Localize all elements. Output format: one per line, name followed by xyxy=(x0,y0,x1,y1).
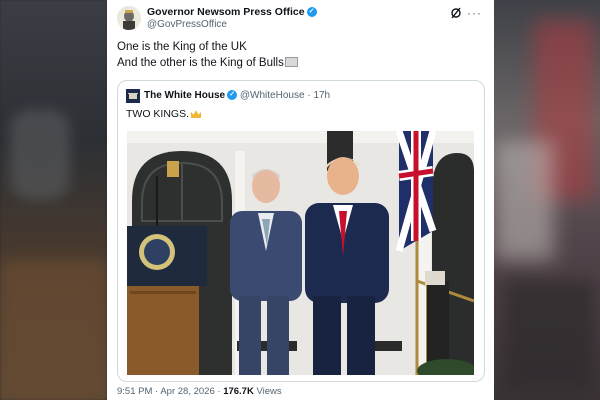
quoted-author-row: The White House ✓ @WhiteHouse · 17h xyxy=(144,90,330,101)
author-handle[interactable]: @GovPressOffice xyxy=(147,19,227,30)
author-avatar[interactable] xyxy=(117,6,141,30)
quoted-author-handle[interactable]: @WhiteHouse xyxy=(240,90,305,101)
quoted-separator: · xyxy=(307,90,311,101)
tweet-card: Governor Newsom Press Office ✓ @GovPressO… xyxy=(107,0,494,400)
photo-illustration xyxy=(127,131,474,375)
quoted-author-avatar[interactable] xyxy=(126,89,140,103)
author-name[interactable]: Governor Newsom Press Office ✓ xyxy=(147,6,317,18)
footer-separator: · xyxy=(155,386,159,397)
tweet-header: Governor Newsom Press Office ✓ @GovPressO… xyxy=(117,6,484,34)
tweet-time[interactable]: 9:51 PM xyxy=(117,386,152,397)
views-label: Views xyxy=(256,386,282,397)
verified-check-icon: ✓ xyxy=(227,90,238,101)
tweet-timestamp: 9:51 PM · Apr 28, 2026 · 176.7K Views xyxy=(117,386,282,397)
quoted-text-content: TWO KINGS. xyxy=(126,108,189,120)
tweet-text-line2: And the other is the King of Bulls xyxy=(117,56,284,69)
footer-separator-2: · xyxy=(217,386,221,397)
quoted-photo[interactable] xyxy=(127,131,474,375)
author-name-text[interactable]: Governor Newsom Press Office xyxy=(147,6,305,18)
flag-emoji-icon xyxy=(284,57,298,68)
quoted-text: TWO KINGS. xyxy=(126,108,201,120)
quoted-author-name[interactable]: The White House xyxy=(144,90,225,101)
crown-emoji-icon xyxy=(191,110,201,119)
blurred-background-right xyxy=(494,0,600,400)
grok-icon[interactable] xyxy=(450,7,462,19)
quoted-tweet[interactable]: The White House ✓ @WhiteHouse · 17h TWO K… xyxy=(117,80,485,382)
views-count: 176.7K xyxy=(223,386,254,397)
tweet-date[interactable]: Apr 28, 2026 xyxy=(160,386,214,397)
verified-check-icon: ✓ xyxy=(306,7,317,18)
more-dots-icon[interactable]: ··· xyxy=(467,6,482,20)
tweet-text-line1: One is the King of the UK xyxy=(117,41,247,53)
blurred-background-left xyxy=(0,0,107,400)
quoted-time-ago[interactable]: 17h xyxy=(313,90,330,101)
tweet-body: One is the King of the UK And the other … xyxy=(117,40,298,71)
